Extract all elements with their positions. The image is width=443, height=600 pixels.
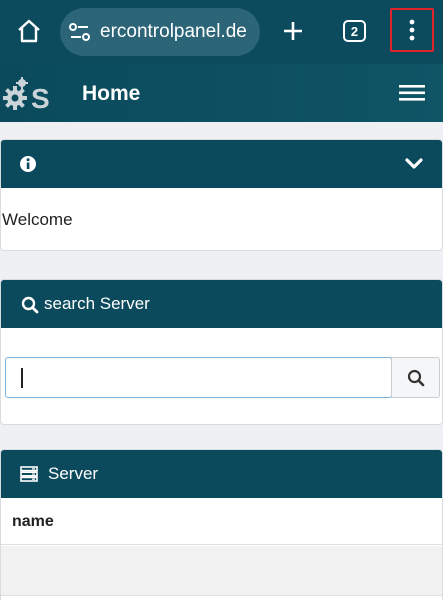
browser-toolbar: ercontrolpanel.de 2 [0, 0, 443, 64]
tab-switcher-icon[interactable]: 2 [343, 20, 366, 42]
search-panel-header: search Server [1, 280, 442, 328]
search-input[interactable] [5, 357, 392, 398]
more-vert-icon[interactable] [390, 8, 434, 52]
server-panel-title: Server [48, 464, 99, 483]
plus-icon[interactable] [278, 16, 308, 46]
logo-letter: S [31, 83, 50, 114]
server-panel: Server name [0, 449, 443, 600]
gear-logo-icon[interactable]: S [2, 74, 56, 114]
address-bar[interactable]: ercontrolpanel.de [60, 8, 260, 56]
search-icon [407, 369, 424, 386]
search-button[interactable] [391, 357, 440, 398]
table-header: name [1, 498, 442, 545]
info-panel: Welcome [0, 139, 443, 251]
server-panel-header: Server [1, 450, 442, 498]
welcome-text: Welcome [2, 210, 73, 229]
server-icon [20, 466, 38, 482]
app-header: S Home [0, 64, 443, 122]
search-panel-title: search Server [44, 294, 150, 313]
table-row[interactable] [1, 546, 442, 596]
info-panel-header[interactable] [1, 140, 442, 188]
home-icon[interactable] [12, 14, 46, 48]
column-header-name[interactable]: name [12, 513, 54, 531]
info-icon [19, 155, 37, 173]
site-settings-icon[interactable] [60, 8, 100, 56]
hamburger-icon[interactable] [398, 82, 426, 104]
url-text: ercontrolpanel.de [100, 21, 247, 42]
text-caret [21, 368, 23, 388]
page-title: Home [82, 82, 141, 105]
chevron-down-icon[interactable] [405, 157, 423, 171]
search-panel: search Server [0, 279, 443, 425]
search-icon [21, 296, 39, 314]
